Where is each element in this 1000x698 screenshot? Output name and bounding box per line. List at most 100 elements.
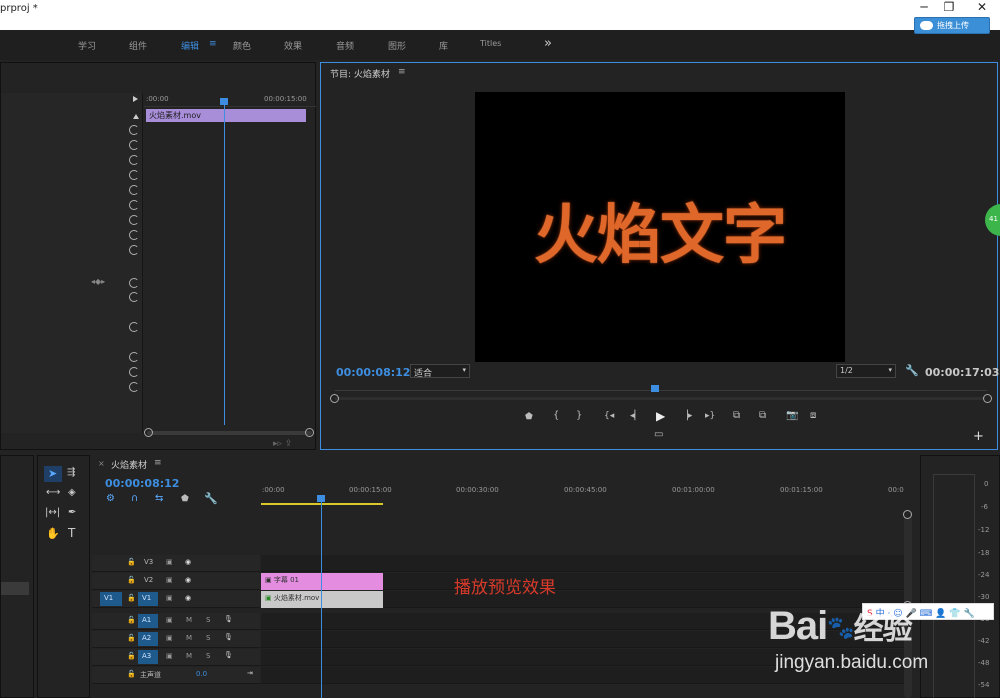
- scroll-handle-right[interactable]: [983, 394, 992, 403]
- tab-color[interactable]: 颜色: [233, 39, 251, 52]
- reset-icon[interactable]: [129, 155, 139, 165]
- track-header-a2[interactable]: 🔓 A2 ▣ M S 🎙: [92, 631, 260, 648]
- scroll-handle-top[interactable]: [903, 510, 912, 519]
- track-name[interactable]: A1: [138, 614, 158, 628]
- scroll-handle-left[interactable]: [144, 428, 153, 437]
- reset-icon[interactable]: [129, 278, 139, 288]
- multi-camera-icon[interactable]: ▭: [654, 429, 663, 440]
- track-header-v1[interactable]: V1 🔓 V1 ▣ ◉: [92, 591, 260, 608]
- eye-icon[interactable]: ◉: [185, 594, 191, 602]
- razor-tool-icon[interactable]: ◈: [68, 487, 76, 498]
- reset-icon[interactable]: [129, 352, 139, 362]
- microphone-icon[interactable]: 🎙: [224, 615, 233, 623]
- eye-icon[interactable]: ◉: [185, 558, 191, 566]
- step-back-icon[interactable]: ◂▏: [630, 411, 641, 421]
- solo-button[interactable]: S: [206, 652, 210, 660]
- tab-learn[interactable]: 学习: [78, 39, 96, 52]
- program-monitor-title[interactable]: 节目: 火焰素材: [330, 67, 390, 80]
- snap-icon[interactable]: ∩: [131, 493, 138, 504]
- type-tool-icon[interactable]: T: [68, 526, 75, 540]
- keyframe-nav-icon[interactable]: ◂◆▸: [91, 277, 105, 286]
- close-icon[interactable]: ✕: [966, 0, 998, 16]
- add-marker-icon[interactable]: ⬟: [525, 412, 533, 422]
- reset-icon[interactable]: [129, 185, 139, 195]
- lock-icon[interactable]: 🔓: [127, 594, 136, 602]
- cloud-upload-button[interactable]: 拖拽上传: [914, 17, 990, 34]
- wrench-settings-icon[interactable]: 🔧: [204, 492, 218, 505]
- panel-menu-icon[interactable]: ≡: [154, 458, 162, 468]
- panel-menu-icon[interactable]: ≡: [398, 67, 406, 77]
- track-select-tool-icon[interactable]: ⇶: [67, 467, 75, 478]
- reset-icon[interactable]: [129, 200, 139, 210]
- tab-audio[interactable]: 音频: [336, 39, 354, 52]
- tab-editing[interactable]: 编辑: [181, 39, 199, 52]
- solo-button[interactable]: S: [206, 634, 210, 642]
- video-frame[interactable]: 火焰文字: [475, 92, 845, 362]
- reset-icon[interactable]: [129, 215, 139, 225]
- reset-icon[interactable]: [129, 292, 139, 302]
- source-patch-v1[interactable]: V1: [100, 592, 122, 606]
- close-tab-icon[interactable]: ×: [98, 459, 105, 468]
- sync-lock-icon[interactable]: ▣: [166, 594, 173, 602]
- restore-icon[interactable]: ❐: [933, 0, 965, 16]
- slip-tool-icon[interactable]: |↔|: [45, 507, 60, 518]
- lock-icon[interactable]: 🔓: [127, 634, 136, 642]
- step-forward-icon[interactable]: ▕▸: [681, 411, 692, 421]
- master-volume-value[interactable]: 0.0: [196, 670, 207, 678]
- sync-lock-icon[interactable]: ▣: [166, 652, 173, 660]
- tab-assembly[interactable]: 组件: [129, 39, 147, 52]
- reset-icon[interactable]: [129, 140, 139, 150]
- work-area-bar[interactable]: [261, 503, 383, 505]
- zoom-scrollbar[interactable]: [335, 397, 985, 400]
- mark-in-icon[interactable]: {: [553, 410, 559, 421]
- track-name[interactable]: A3: [138, 650, 158, 664]
- sequence-current-time[interactable]: 00:00:08:12: [105, 477, 179, 490]
- track-name[interactable]: V1: [138, 592, 158, 606]
- reset-icon[interactable]: [129, 125, 139, 135]
- scroll-handle-right[interactable]: [305, 428, 314, 437]
- selection-tool-icon[interactable]: ➤: [44, 466, 62, 482]
- lock-icon[interactable]: 🔓: [127, 616, 136, 624]
- eye-icon[interactable]: ◉: [185, 576, 191, 584]
- reset-icon[interactable]: [129, 245, 139, 255]
- hand-tool-icon[interactable]: ✋: [46, 527, 60, 540]
- scrub-ruler[interactable]: [335, 385, 987, 391]
- track-name[interactable]: A2: [138, 632, 158, 646]
- reset-icon[interactable]: [129, 170, 139, 180]
- effect-clip-bar[interactable]: 火焰素材.mov: [146, 109, 306, 122]
- tab-graphics[interactable]: 图形: [388, 39, 406, 52]
- effect-timeline-ruler[interactable]: :00:00 00:00:15:00: [144, 93, 316, 107]
- collapse-arrow-icon[interactable]: [133, 114, 139, 119]
- go-to-out-icon[interactable]: ▸}: [705, 411, 715, 421]
- camera-icon[interactable]: 📷: [786, 410, 798, 421]
- lock-icon[interactable]: 🔓: [127, 670, 136, 678]
- microphone-icon[interactable]: 🎙: [224, 633, 233, 641]
- track-header-a3[interactable]: 🔓 A3 ▣ M S 🎙: [92, 649, 260, 666]
- add-marker-icon[interactable]: ⬟: [181, 494, 189, 504]
- solo-button[interactable]: S: [206, 616, 210, 624]
- nest-icon[interactable]: ⚙: [106, 493, 115, 504]
- extract-icon[interactable]: ⧉: [759, 410, 766, 421]
- scroll-handle-left[interactable]: [330, 394, 339, 403]
- tab-libraries[interactable]: 库: [439, 39, 448, 52]
- track-lane-v2[interactable]: ▣ 字幕 01: [261, 573, 906, 590]
- reset-icon[interactable]: [129, 367, 139, 377]
- track-header-v3[interactable]: 🔓 V3 ▣ ◉: [92, 555, 260, 572]
- track-lane-v3[interactable]: [261, 555, 906, 572]
- reset-icon[interactable]: [129, 322, 139, 332]
- sync-lock-icon[interactable]: ▣: [166, 634, 173, 642]
- timeline-ruler[interactable]: :00:00 00:00:15:00 00:00:30:00 00:00:45:…: [261, 483, 906, 507]
- pen-tool-icon[interactable]: ✒: [68, 507, 76, 518]
- wrench-settings-icon[interactable]: 🔧: [905, 364, 919, 377]
- tab-titles[interactable]: Titles: [480, 39, 501, 48]
- tab-effects[interactable]: 效果: [284, 39, 302, 52]
- timeline-playhead-handle[interactable]: [317, 495, 325, 502]
- workspace-menu-icon[interactable]: ≡: [209, 39, 217, 49]
- effect-horizontal-scrollbar[interactable]: [147, 431, 312, 435]
- scrub-playhead[interactable]: [651, 385, 659, 392]
- reset-icon[interactable]: [129, 230, 139, 240]
- program-current-time[interactable]: 00:00:08:12: [336, 366, 410, 379]
- video-clip[interactable]: ▣ 火焰素材.mov: [261, 591, 383, 608]
- mute-button[interactable]: M: [186, 652, 192, 660]
- sequence-tab-title[interactable]: 火焰素材: [111, 458, 147, 471]
